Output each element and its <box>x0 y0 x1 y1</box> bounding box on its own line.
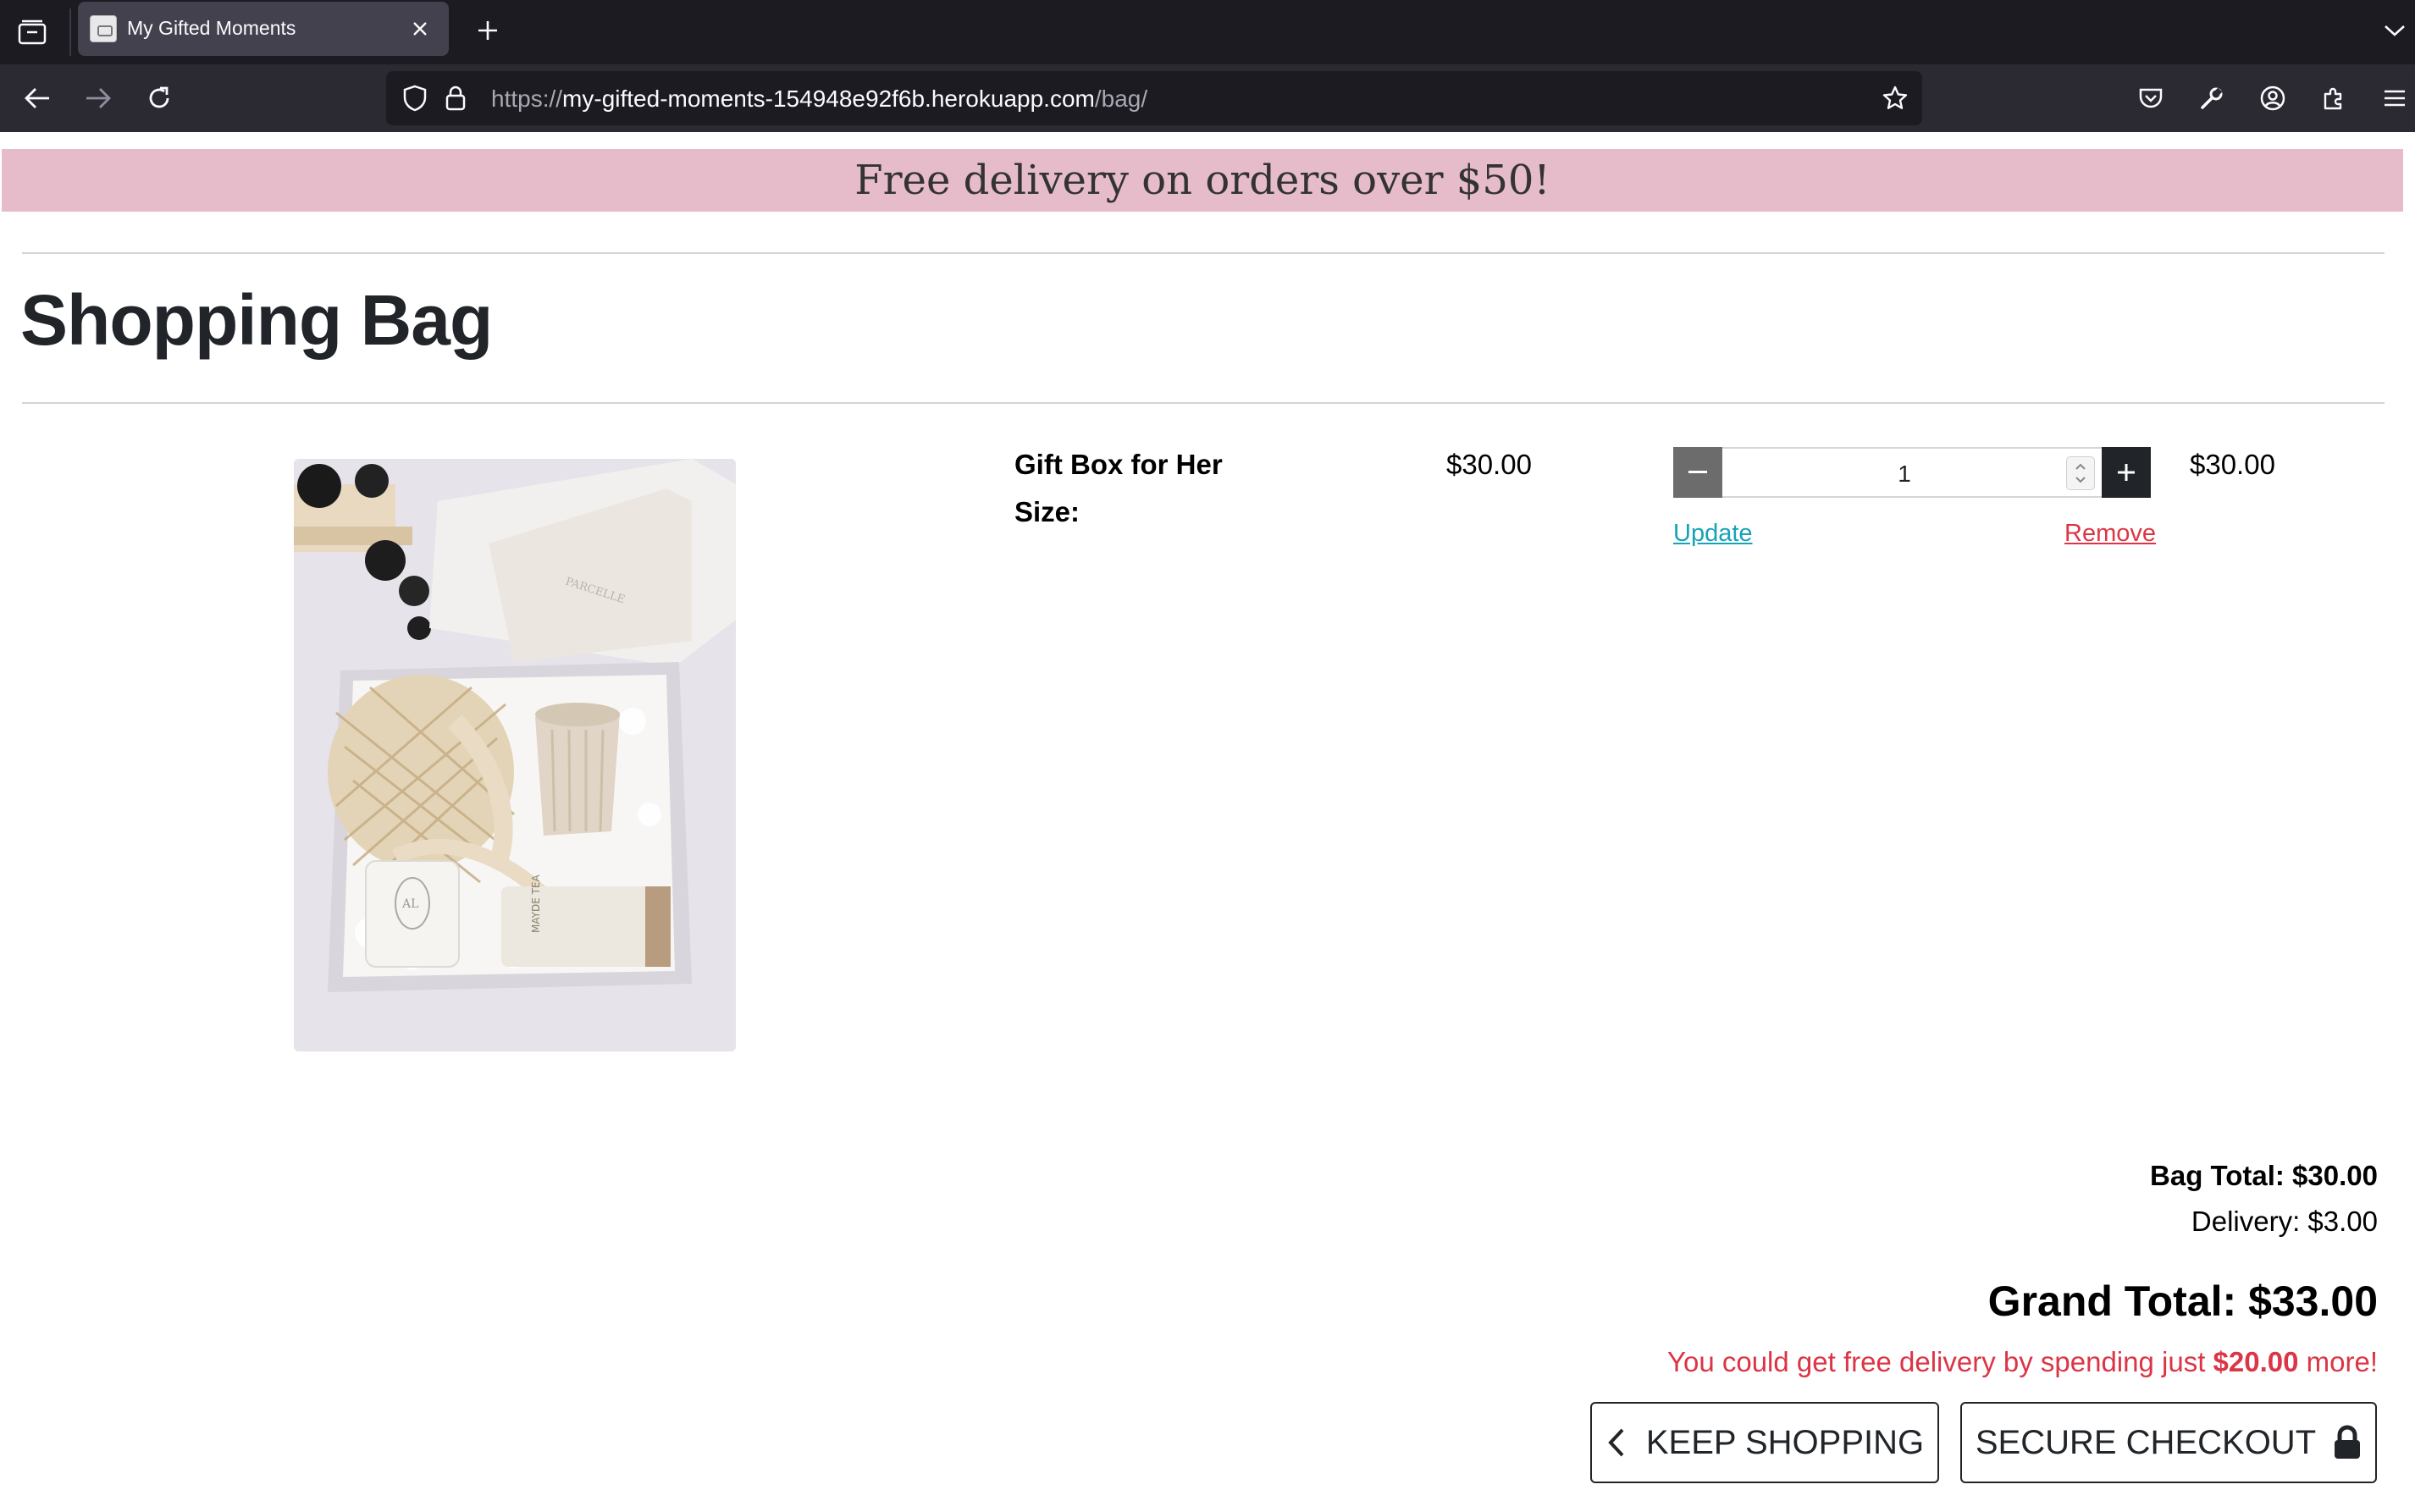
grand-total: Grand Total: $33.00 <box>1987 1277 2378 1325</box>
product-name[interactable]: Gift Box for Her <box>1014 449 1223 481</box>
lock-icon <box>2335 1425 2361 1459</box>
url-scheme: https:// <box>491 86 563 112</box>
address-bar[interactable]: https://my-gifted-moments-154948e92f6b.h… <box>386 71 1922 125</box>
url-host: my-gifted-moments-154948e92f6b.herokuapp… <box>562 86 1095 112</box>
gift-box-product-image[interactable]: PARCELLE AL MAYDE TEA <box>294 459 736 1051</box>
chevron-left-icon <box>1608 1428 1624 1457</box>
secure-checkout-button[interactable]: SECURE CHECKOUT <box>1960 1402 2377 1483</box>
free-delivery-prefix: You could get free delivery by spending … <box>1667 1346 2213 1377</box>
svg-text:MAYDE TEA: MAYDE TEA <box>530 874 542 933</box>
tab-list-chevron-down-icon[interactable] <box>2374 10 2415 51</box>
back-arrow-icon[interactable] <box>17 78 58 119</box>
divider-bottom <box>22 402 2385 404</box>
divider-top <box>22 252 2385 254</box>
page-title: Shopping Bag <box>20 280 493 360</box>
free-delivery-amount: $20.00 <box>2213 1346 2299 1377</box>
quantity-stepper: 1 <box>1673 447 2151 498</box>
keep-shopping-label: KEEP SHOPPING <box>1645 1423 1925 1461</box>
keep-shopping-button[interactable]: KEEP SHOPPING <box>1590 1402 1939 1483</box>
secure-checkout-label: SECURE CHECKOUT <box>1975 1423 2317 1461</box>
browser-nav-bar: https://my-gifted-moments-154948e92f6b.h… <box>0 64 2415 132</box>
tab-title: My Gifted Moments <box>127 17 296 39</box>
product-size-label: Size: <box>1014 496 1080 527</box>
close-tab-icon[interactable] <box>403 12 437 46</box>
wrench-icon[interactable] <box>2191 78 2232 119</box>
free-delivery-message: You could get free delivery by spending … <box>1667 1346 2378 1378</box>
firefox-view-icon[interactable] <box>12 12 52 52</box>
url-path: /bag/ <box>1094 86 1148 112</box>
delivery-cost: Delivery: $3.00 <box>2191 1206 2378 1237</box>
padlock-icon[interactable] <box>439 81 472 115</box>
increment-plus-button[interactable] <box>2102 447 2151 498</box>
browser-tab-active[interactable]: My Gifted Moments <box>78 2 449 56</box>
hamburger-menu-icon[interactable] <box>2374 78 2415 119</box>
new-tab-plus-icon[interactable] <box>467 10 508 51</box>
tab-divider <box>69 8 71 56</box>
quantity-value: 1 <box>1898 461 1911 487</box>
free-delivery-suffix: more! <box>2298 1346 2378 1377</box>
tracking-protection-shield-icon[interactable] <box>398 81 432 115</box>
bookmark-star-icon[interactable] <box>1878 81 1912 115</box>
free-delivery-banner: Free delivery on orders over $50! <box>2 149 2403 212</box>
account-icon[interactable] <box>2252 78 2293 119</box>
product-price: $30.00 <box>1446 449 1532 480</box>
remove-link[interactable]: Remove <box>2064 520 2156 548</box>
quantity-input[interactable]: 1 <box>1722 447 2102 498</box>
site-favicon-icon <box>90 15 117 42</box>
bag-total: Bag Total: $30.00 <box>2150 1160 2378 1191</box>
extensions-puzzle-icon[interactable] <box>2313 78 2354 119</box>
product-subtotal: $30.00 <box>2190 449 2275 480</box>
forward-arrow-icon[interactable] <box>78 78 119 119</box>
banner-text: Free delivery on orders over $50! <box>854 157 1550 204</box>
browser-tab-bar: My Gifted Moments <box>0 0 2415 64</box>
reload-icon[interactable] <box>139 78 180 119</box>
quantity-spinner-icon[interactable] <box>2066 456 2095 490</box>
pocket-icon[interactable] <box>2130 78 2171 119</box>
svg-text:AL: AL <box>401 897 418 911</box>
update-link[interactable]: Update <box>1673 520 1753 548</box>
url-text[interactable]: https://my-gifted-moments-154948e92f6b.h… <box>491 86 1147 113</box>
decrement-minus-button[interactable] <box>1673 447 1722 498</box>
